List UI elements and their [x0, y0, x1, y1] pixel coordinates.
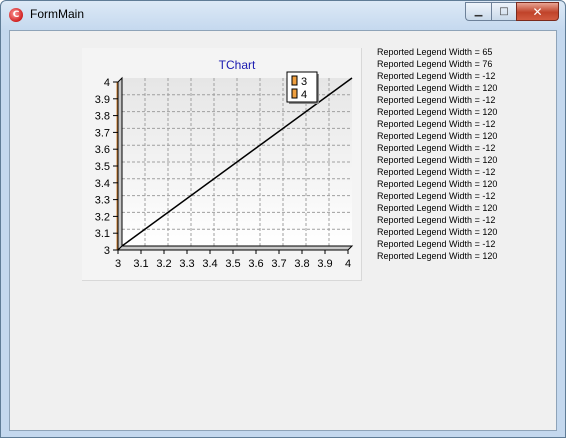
log-line: Reported Legend Width = 120 — [377, 155, 498, 165]
log-line: Reported Legend Width = 120 — [377, 179, 498, 189]
title-bar[interactable]: C FormMain ▁ □ ✕ — [1, 1, 565, 29]
legend-swatch — [291, 88, 298, 99]
y-tick-label: 4 — [104, 77, 110, 89]
x-tick-label: 3 — [115, 258, 121, 270]
caption-buttons: ▁ □ ✕ — [465, 2, 559, 21]
log-line: Reported Legend Width = -12 — [377, 95, 496, 105]
x-tick-label: 3.2 — [156, 258, 171, 270]
y-tick-label: 3 — [104, 245, 110, 257]
log-line: Reported Legend Width = 120 — [377, 251, 498, 261]
log-line: Reported Legend Width = 120 — [377, 203, 498, 213]
log-line: Reported Legend Width = -12 — [377, 119, 496, 129]
y-tick-label: 3.1 — [95, 228, 110, 240]
minimize-button[interactable]: ▁ — [465, 2, 491, 21]
x-tick-label: 3.5 — [225, 258, 240, 270]
y-axis-ticks: 3 3.1 3.2 3.3 3.4 3.5 3.6 3.7 3.8 3.9 4 — [95, 77, 118, 257]
log-line: Reported Legend Width = 65 — [377, 47, 493, 57]
chart-title: TChart — [219, 58, 256, 72]
log-line: Reported Legend Width = -12 — [377, 239, 496, 249]
log-line: Reported Legend Width = -12 — [377, 71, 496, 81]
y-tick-label: 3.3 — [95, 195, 110, 207]
x-tick-label: 3.7 — [271, 258, 286, 270]
close-icon: ✕ — [532, 4, 543, 19]
maximize-button[interactable]: □ — [491, 2, 516, 21]
maximize-icon: □ — [499, 6, 509, 17]
log-line: Reported Legend Width = 120 — [377, 83, 498, 93]
x-tick-label: 3.3 — [179, 258, 194, 270]
y-tick-label: 3.4 — [95, 178, 110, 190]
x-tick-label: 3.1 — [133, 258, 148, 270]
y-tick-label: 3.2 — [95, 211, 110, 223]
left-wall — [117, 76, 123, 252]
legend-swatch — [291, 75, 298, 86]
x-axis-ticks: 3 3.1 3.2 3.3 3.4 3.5 3.6 3.7 3.8 3.9 4 — [115, 250, 351, 270]
log-line: Reported Legend Width = 120 — [377, 227, 498, 237]
chart-canvas: TChart 3 3.1 3.2 3.3 3.4 3.5 3.6 3.7 3.8 3.9 4 3 3.… — [95, 58, 354, 270]
legend-label: 3 — [301, 76, 307, 88]
x-tick-label: 3.4 — [202, 258, 217, 270]
tchart[interactable]: TChart 3 3.1 3.2 3.3 3.4 3.5 3.6 3.7 3.8 3.9 4 3 3.… — [82, 48, 362, 281]
minimize-icon: ▁ — [474, 6, 483, 17]
chart-legend[interactable]: 34 — [286, 71, 319, 104]
app-icon[interactable]: C — [9, 8, 23, 22]
form-main-window: C FormMain ▁ □ ✕ TChart 3 3.1 3.2 3.3 3.4 3.5 — [0, 0, 566, 438]
close-button[interactable]: ✕ — [516, 2, 559, 21]
legend-label: 4 — [301, 89, 307, 101]
legend-width-log: Reported Legend Width = 65 Reported Legen… — [377, 46, 497, 262]
y-tick-label: 3.8 — [95, 111, 110, 123]
log-line: Reported Legend Width = -12 — [377, 191, 496, 201]
y-tick-label: 3.6 — [95, 144, 110, 156]
log-line: Reported Legend Width = -12 — [377, 215, 496, 225]
window-title: FormMain — [30, 7, 85, 21]
y-tick-label: 3.7 — [95, 127, 110, 139]
x-tick-label: 3.8 — [294, 258, 309, 270]
y-tick-label: 3.5 — [95, 161, 110, 173]
y-tick-label: 3.9 — [95, 94, 110, 106]
log-line: Reported Legend Width = 120 — [377, 131, 498, 141]
x-tick-label: 4 — [345, 258, 351, 270]
bottom-wall — [116, 245, 354, 251]
log-line: Reported Legend Width = 120 — [377, 107, 498, 117]
log-line: Reported Legend Width = 76 — [377, 59, 493, 69]
x-tick-label: 3.6 — [248, 258, 263, 270]
log-line: Reported Legend Width = -12 — [377, 143, 496, 153]
client-area: TChart 3 3.1 3.2 3.3 3.4 3.5 3.6 3.7 3.8 3.9 4 3 3.… — [9, 30, 557, 431]
log-line: Reported Legend Width = -12 — [377, 167, 496, 177]
x-tick-label: 3.9 — [317, 258, 332, 270]
